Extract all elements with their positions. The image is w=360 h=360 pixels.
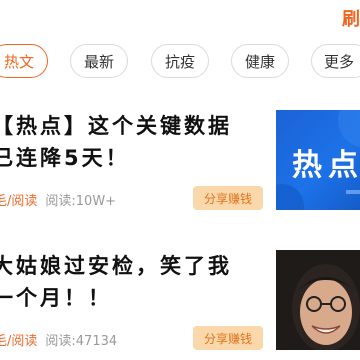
- article-card[interactable]: 大姑娘过安检，笑了我 一个月！！ 毛/阅读 阅读:47134 分享赚钱: [0, 244, 360, 354]
- article-thumbnail[interactable]: 热点: [276, 110, 360, 210]
- article-title[interactable]: 【热点】这个关键数据 已连降5天！: [0, 110, 264, 174]
- smiling-woman-photo: [276, 250, 360, 350]
- article-source: 毛/阅读: [0, 194, 38, 209]
- tab-more[interactable]: 更多: [311, 44, 360, 78]
- read-count: 阅读:10W+: [45, 194, 117, 209]
- article-title[interactable]: 大姑娘过安检，笑了我 一个月！！: [0, 250, 264, 314]
- read-count: 阅读:47134: [45, 334, 118, 349]
- share-earn-button[interactable]: 分享赚钱: [193, 326, 263, 350]
- thumbnail-text: 热点: [292, 148, 360, 183]
- article-card[interactable]: 【热点】这个关键数据 已连降5天！ 毛/阅读 阅读:10W+ 分享赚钱 热点: [0, 104, 360, 214]
- article-meta: 毛/阅读 阅读:10W+: [0, 190, 116, 209]
- tab-latest[interactable]: 最新: [70, 44, 128, 78]
- article-thumbnail[interactable]: [276, 250, 360, 350]
- category-tabs: 热文 最新 抗疫 健康 更多: [0, 44, 360, 80]
- tab-health[interactable]: 健康: [231, 44, 289, 78]
- article-source: 毛/阅读: [0, 334, 38, 349]
- article-meta: 毛/阅读 阅读:47134: [0, 330, 117, 349]
- tab-anti-epidemic[interactable]: 抗疫: [151, 44, 209, 78]
- top-bar: 刷: [0, 0, 360, 36]
- share-earn-button[interactable]: 分享赚钱: [193, 186, 263, 210]
- refresh-button[interactable]: 刷: [342, 5, 360, 31]
- tab-hot-articles[interactable]: 热文: [0, 44, 48, 78]
